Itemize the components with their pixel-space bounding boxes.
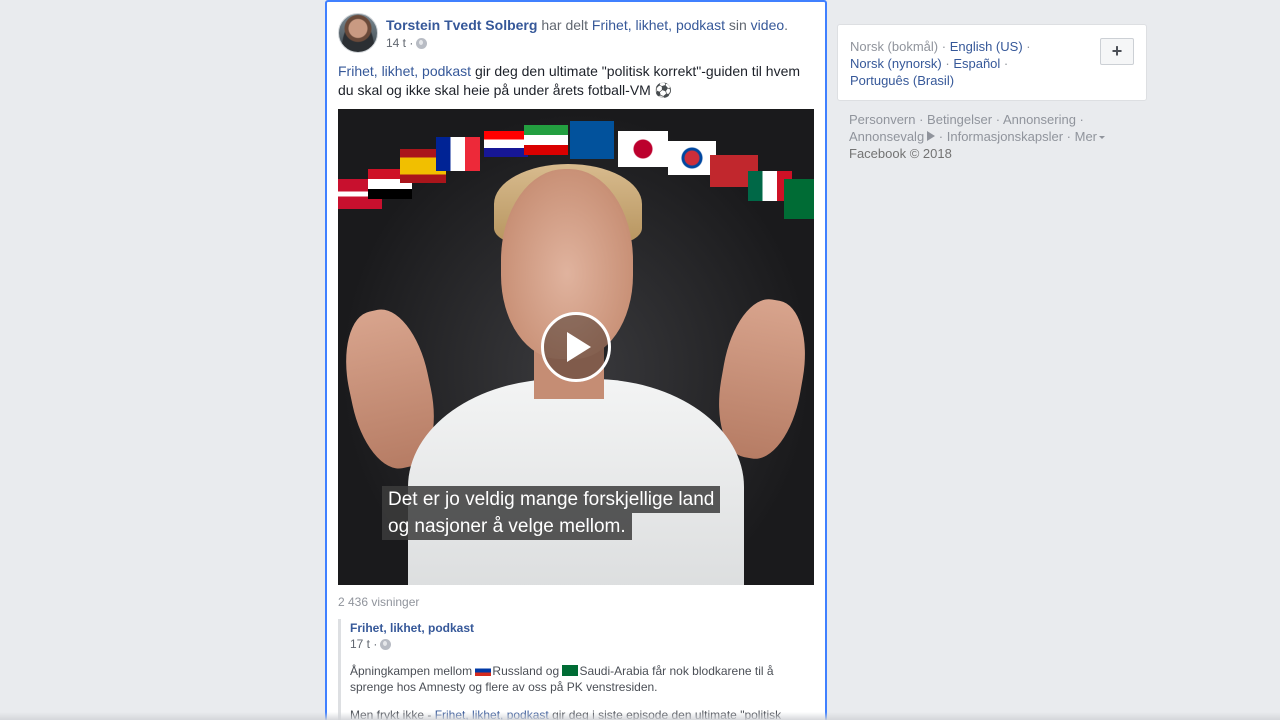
flag-france-icon	[436, 137, 480, 171]
globe-icon[interactable]	[416, 37, 428, 49]
current-language: Norsk (bokmål)	[850, 39, 939, 54]
post-card: Torstein Tvedt Solberg har delt Frihet, …	[325, 0, 827, 720]
right-column: Norsk (bokmål) · English (US) · Norsk (n…	[837, 24, 1147, 172]
add-language-button[interactable]: +	[1100, 38, 1134, 65]
shared-post-meta: 17 t ·	[350, 637, 814, 651]
flag-saudi-icon	[784, 179, 814, 219]
bottom-shadow	[0, 712, 1280, 720]
ad-choices-icon	[927, 131, 936, 141]
period-text: .	[784, 17, 789, 33]
subtitle-line-2: og nasjoner å velge mellom.	[382, 513, 632, 540]
footer-more[interactable]: Mer	[1075, 129, 1097, 144]
page-link[interactable]: Frihet, likhet, podkast	[592, 17, 725, 33]
flag-korea-icon	[668, 141, 716, 175]
chevron-down-icon[interactable]	[1099, 136, 1106, 139]
post-header: Torstein Tvedt Solberg har delt Frihet, …	[338, 13, 814, 57]
shared-post: Frihet, likhet, podkast 17 t · Åpningkam…	[338, 619, 814, 720]
flag-iceland-icon	[570, 121, 614, 159]
video-player[interactable]: Det er jo veldig mange forskjellige land…	[338, 109, 814, 585]
footer-links: Personvern · Betingelser · Annonsering ·…	[837, 101, 1147, 172]
person-shirt	[408, 379, 744, 585]
footer-cookies[interactable]: Informasjonskapsler	[947, 129, 1063, 144]
shared-verb: har delt	[541, 17, 589, 33]
language-nynorsk[interactable]: Norsk (nynorsk)	[850, 56, 942, 71]
post-timestamp[interactable]: 14 t ·	[386, 36, 413, 50]
language-spanish[interactable]: Español	[953, 56, 1000, 71]
shared-post-timestamp[interactable]: 17 t ·	[350, 637, 377, 651]
author-line: Torstein Tvedt Solberg har delt Frihet, …	[386, 16, 788, 34]
footer-terms[interactable]: Betingelser	[927, 112, 992, 127]
play-button[interactable]	[541, 312, 611, 382]
flag-iran-icon	[524, 125, 568, 155]
globe-icon[interactable]	[380, 638, 392, 650]
shared-post-page-link[interactable]: Frihet, likhet, podkast	[350, 621, 814, 635]
copyright: Facebook © 2018	[849, 146, 952, 161]
language-english[interactable]: English (US)	[950, 39, 1023, 54]
russia-flag-icon	[475, 665, 492, 676]
language-portuguese[interactable]: Português (Brasil)	[850, 73, 954, 88]
language-box: Norsk (bokmål) · English (US) · Norsk (n…	[837, 24, 1147, 101]
flag-japan-icon	[618, 131, 668, 167]
saudi-flag-icon	[562, 665, 579, 676]
author-avatar[interactable]	[338, 13, 378, 53]
footer-advertising[interactable]: Annonsering	[1003, 112, 1076, 127]
language-links: Norsk (bokmål) · English (US) · Norsk (n…	[850, 39, 1031, 88]
post-text: Frihet, likhet, podkast gir deg den ulti…	[338, 62, 816, 100]
post-text-page-link[interactable]: Frihet, likhet, podkast	[338, 63, 471, 79]
subtitle-line-1: Det er jo veldig mange forskjellige land	[382, 486, 721, 513]
footer-ad-choices[interactable]: Annonsevalg	[849, 129, 924, 144]
author-name-link[interactable]: Torstein Tvedt Solberg	[386, 17, 537, 33]
shared-text-a: Åpningkampen mellom	[350, 664, 476, 678]
post-meta: 14 t ·	[386, 36, 428, 50]
flag-croatia-icon	[484, 131, 528, 157]
play-icon	[567, 332, 591, 362]
footer-privacy[interactable]: Personvern	[849, 112, 915, 127]
view-count: 2 436 visninger	[338, 595, 420, 609]
video-link[interactable]: video	[751, 17, 784, 33]
shared-post-paragraph-1: Åpningkampen mellom Russland og Saudi-Ar…	[350, 663, 790, 695]
possessive-text: sin	[728, 17, 747, 33]
shared-text-b: Russland og	[492, 664, 563, 678]
